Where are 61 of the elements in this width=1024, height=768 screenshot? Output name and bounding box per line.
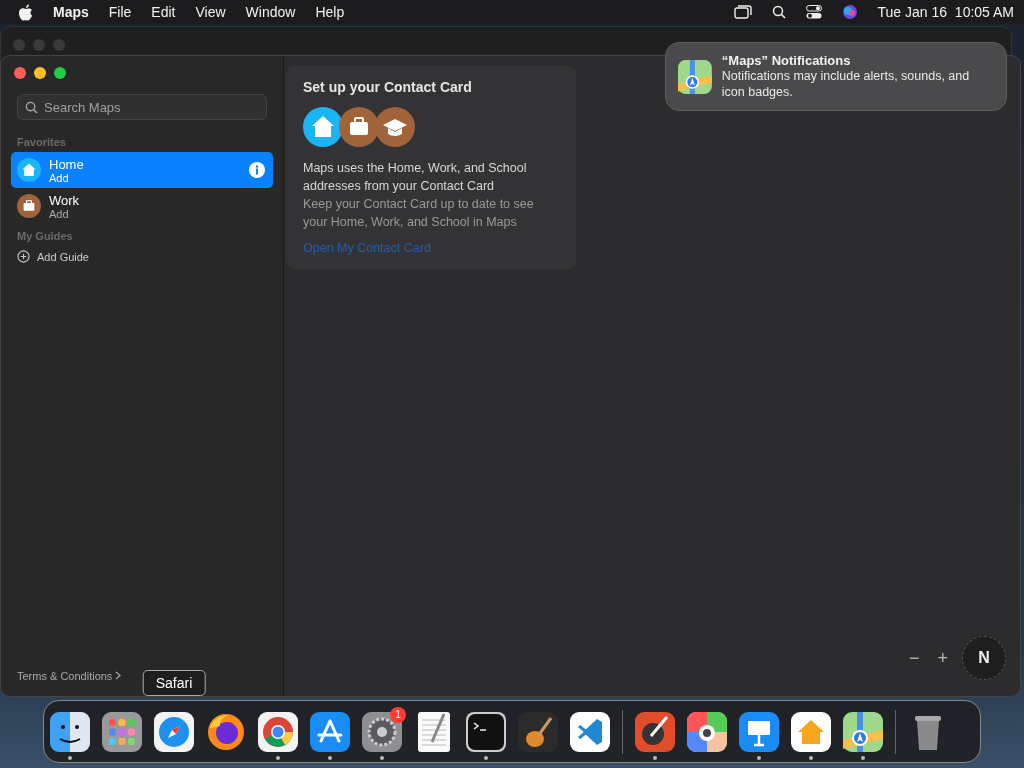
notification-body: Notifications may include alerts, sounds, and icon badges. [721, 68, 971, 100]
menu-item[interactable]: Help [315, 4, 345, 20]
notification-banner[interactable]: “Maps” Notifications Notifications may include alerts, sounds, and icon badges. [665, 42, 1007, 111]
zoom-in-button[interactable]: + [933, 647, 952, 669]
graduation-cap-icon [375, 107, 415, 147]
terminal-icon[interactable] [466, 711, 506, 752]
pen-icon[interactable] [635, 711, 675, 752]
menu-item[interactable]: Edit [151, 4, 176, 20]
guitar-icon[interactable] [518, 711, 558, 752]
briefcase-icon [17, 194, 41, 218]
zoom-out-button[interactable]: − [904, 647, 924, 669]
tooltip: Safari [142, 669, 206, 696]
apple-logo-icon[interactable] [18, 3, 33, 21]
house-icon [17, 158, 41, 182]
search-field[interactable]: Search Maps [17, 94, 267, 120]
favorite-title: Home [49, 156, 85, 172]
toggles-icon[interactable] [805, 5, 822, 19]
minimize-button[interactable] [34, 67, 46, 79]
app-menu[interactable]: Maps [53, 4, 89, 20]
presentation-icon[interactable] [739, 711, 779, 752]
clock[interactable]: Tue Jan 16 10:05 AM [877, 4, 1014, 20]
notification-title: “Maps” Notifications [721, 53, 852, 68]
terms-link[interactable]: Terms & Conditions [17, 670, 122, 682]
gear-icon[interactable] [362, 711, 402, 752]
windows-icon[interactable] [733, 5, 752, 19]
notification-badge: 1 [390, 706, 406, 723]
smiling-face-icon[interactable] [50, 711, 90, 752]
close-button[interactable] [14, 67, 26, 79]
favorite-item[interactable]: Work Add [11, 188, 273, 224]
zoom-button[interactable] [54, 67, 66, 79]
plus-circle-icon [17, 250, 30, 263]
letter-a-icon[interactable] [310, 711, 350, 752]
chevron-right-icon [115, 671, 122, 680]
menu-item[interactable]: Window [245, 4, 296, 20]
menu-item[interactable]: File [108, 4, 132, 20]
favorite-subtitle: Add [49, 207, 70, 220]
briefcase-icon [339, 107, 379, 147]
card-hint: Keep your Contact Card up to date to see your Home, Work, and School in Maps [303, 196, 535, 231]
favorite-item[interactable]: Home Add [11, 152, 273, 188]
search-icon[interactable] [771, 5, 786, 19]
card-title: Set up your Contact Card [303, 79, 473, 95]
house-icon[interactable] [791, 711, 831, 752]
house-icon [303, 107, 343, 147]
add-guide-item[interactable]: Add Guide [11, 246, 273, 267]
section-title: Favorites [17, 136, 67, 148]
compass[interactable]: N [962, 636, 1006, 680]
fox-globe-icon[interactable] [206, 711, 246, 752]
code-editor-icon[interactable] [570, 711, 610, 752]
section-title: My Guides [17, 230, 74, 242]
orb-icon[interactable] [841, 4, 858, 20]
menu-item[interactable]: View [195, 4, 226, 20]
map-icon[interactable] [843, 711, 883, 752]
compass-icon[interactable] [154, 711, 194, 752]
favorite-title: Work [49, 192, 81, 208]
info-icon[interactable] [249, 162, 265, 178]
app-grid-icon[interactable] [102, 711, 142, 752]
card-description: Maps uses the Home, Work, and School addresses from your Contact Card [303, 160, 528, 195]
favorite-subtitle: Add [49, 171, 70, 184]
color-wheel-icon[interactable] [687, 711, 727, 752]
search-icon [25, 101, 38, 114]
browser-icon[interactable] [258, 711, 298, 752]
